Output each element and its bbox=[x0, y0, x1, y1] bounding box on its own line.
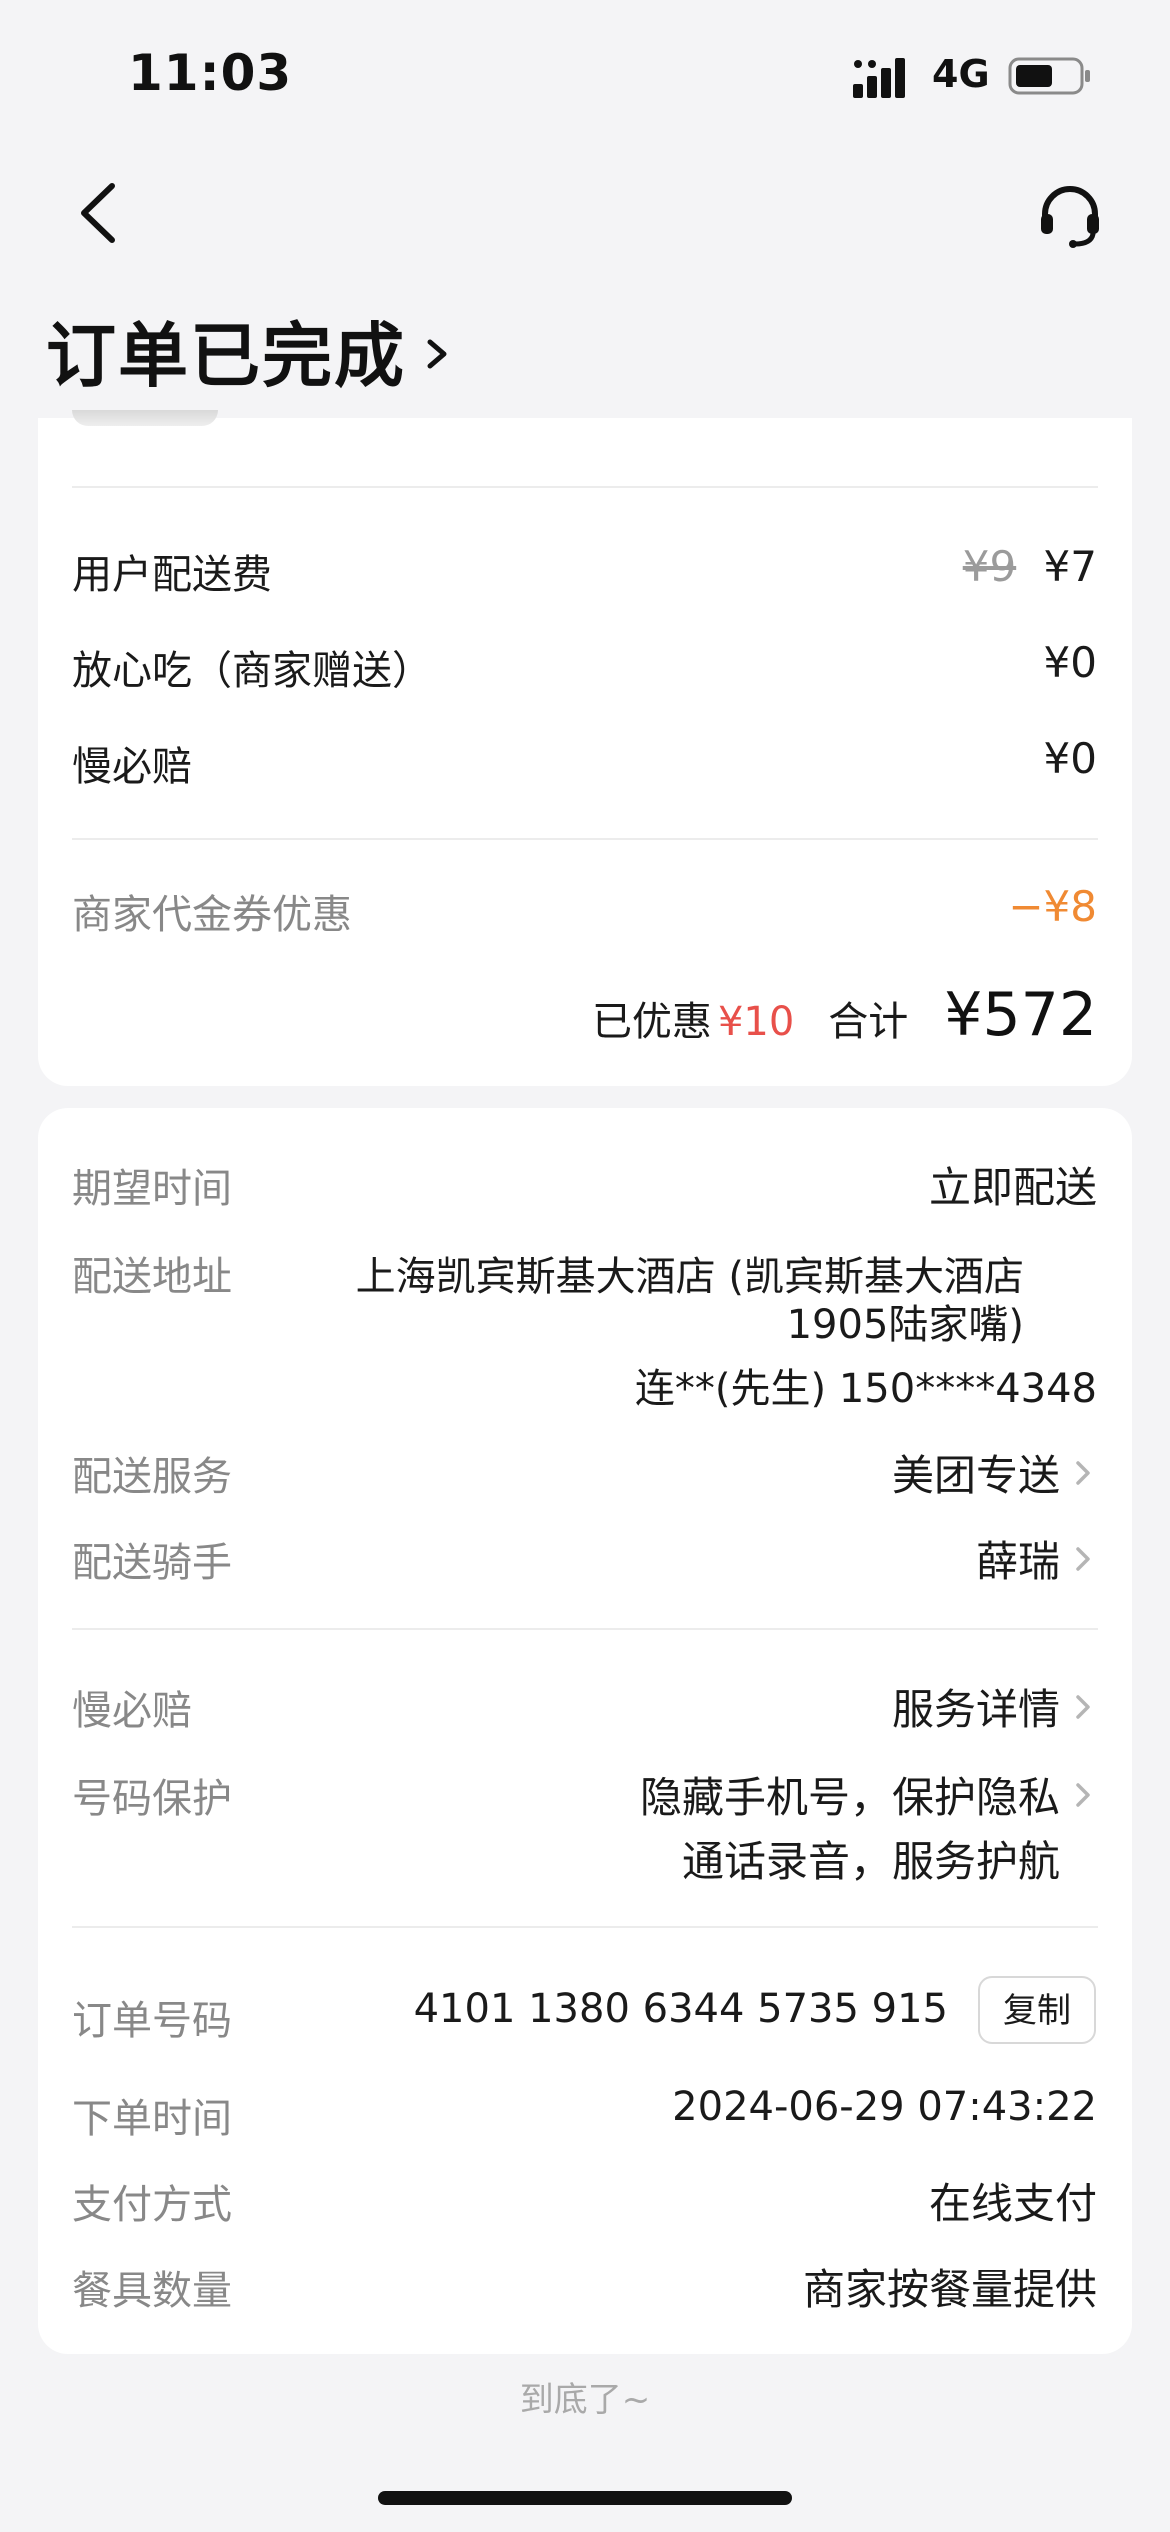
late-service-link[interactable]: 服务详情 bbox=[892, 1676, 1092, 1737]
address-label: 配送地址 bbox=[72, 1254, 232, 1300]
end-of-list-tip: 到底了~ bbox=[519, 2380, 651, 2420]
status-time: 11:03 bbox=[128, 44, 293, 102]
rider-link[interactable]: 薛瑞 bbox=[976, 1528, 1092, 1589]
phone-protect-value-2: 通话录音，服务护航 bbox=[681, 1837, 1060, 1886]
payment-value: 在线支付 bbox=[928, 2179, 1097, 2228]
saved-value: ¥10 bbox=[717, 999, 795, 1045]
assurance-price: ¥0 bbox=[1043, 638, 1097, 687]
rider-label: 配送骑手 bbox=[72, 1540, 232, 1586]
saved-label: 已优惠 bbox=[591, 999, 712, 1045]
total-line: 已优惠 ¥10 合计 ¥572 bbox=[592, 980, 1097, 1050]
divider bbox=[72, 486, 1098, 488]
delivery-fee-price: ¥7 bbox=[1043, 542, 1097, 591]
total-label: 合计 bbox=[828, 999, 909, 1045]
copy-button[interactable]: 复制 bbox=[978, 1976, 1096, 2044]
chevron-right-icon bbox=[1076, 1694, 1090, 1719]
voucher-label: 商家代金券优惠 bbox=[72, 892, 352, 938]
delivery-fee-value: ¥9 ¥7 bbox=[963, 542, 1097, 591]
home-indicator[interactable] bbox=[378, 2491, 792, 2505]
signal-icon bbox=[853, 58, 905, 98]
rider-value: 薛瑞 bbox=[975, 1537, 1060, 1586]
voucher-value: −¥8 bbox=[1008, 882, 1097, 931]
late-comp-label: 慢必赔 bbox=[72, 744, 192, 790]
service-label: 配送服务 bbox=[72, 1454, 232, 1500]
contact-info: 连**(先生) 150****4348 bbox=[634, 1366, 1097, 1412]
assurance-label: 放心吃（商家赠送） bbox=[72, 648, 432, 694]
delivery-fee-label: 用户配送费 bbox=[72, 552, 272, 598]
divider bbox=[72, 838, 1098, 840]
phone-protect-link[interactable]: 隐藏手机号，保护隐私 bbox=[640, 1764, 1092, 1825]
chevron-right-icon bbox=[1076, 1460, 1090, 1485]
headset-icon[interactable] bbox=[1035, 180, 1105, 250]
late-service-value: 服务详情 bbox=[891, 1685, 1060, 1734]
phone-protect-value-1: 隐藏手机号，保护隐私 bbox=[639, 1773, 1060, 1822]
total-value: ¥572 bbox=[944, 980, 1097, 1050]
item-thumbnail bbox=[72, 410, 218, 426]
phone-protect-label: 号码保护 bbox=[72, 1776, 232, 1822]
utensils-label: 餐具数量 bbox=[72, 2268, 232, 2314]
expected-time-label: 期望时间 bbox=[72, 1166, 232, 1212]
payment-label: 支付方式 bbox=[72, 2182, 232, 2228]
address-line-2: 1905陆家嘴) bbox=[786, 1302, 1024, 1348]
utensils-value: 商家按餐量提供 bbox=[802, 2265, 1097, 2314]
divider bbox=[72, 1628, 1098, 1630]
expected-time-value: 立即配送 bbox=[928, 1163, 1097, 1212]
service-link[interactable]: 美团专送 bbox=[892, 1442, 1092, 1503]
page-title: 订单已完成 bbox=[46, 315, 406, 397]
chevron-right-icon bbox=[427, 339, 447, 368]
order-time-value: 2024-06-29 07:43:22 bbox=[672, 2084, 1097, 2130]
order-time-label: 下单时间 bbox=[72, 2096, 232, 2142]
order-status-title[interactable]: 订单已完成 bbox=[46, 300, 450, 401]
late-service-label: 慢必赔 bbox=[72, 1688, 192, 1734]
order-number-value: 4101 1380 6344 5735 915 bbox=[413, 1986, 948, 2032]
battery-icon bbox=[1008, 57, 1090, 95]
delivery-fee-original: ¥9 bbox=[962, 542, 1017, 591]
service-value: 美团专送 bbox=[891, 1451, 1060, 1500]
network-label: 4G bbox=[932, 52, 990, 96]
chevron-right-icon bbox=[1076, 1782, 1090, 1807]
chevron-right-icon bbox=[1076, 1546, 1090, 1571]
divider bbox=[72, 1926, 1098, 1928]
late-comp-price: ¥0 bbox=[1043, 734, 1097, 783]
order-number-label: 订单号码 bbox=[72, 1998, 232, 2044]
back-icon[interactable] bbox=[68, 180, 128, 246]
